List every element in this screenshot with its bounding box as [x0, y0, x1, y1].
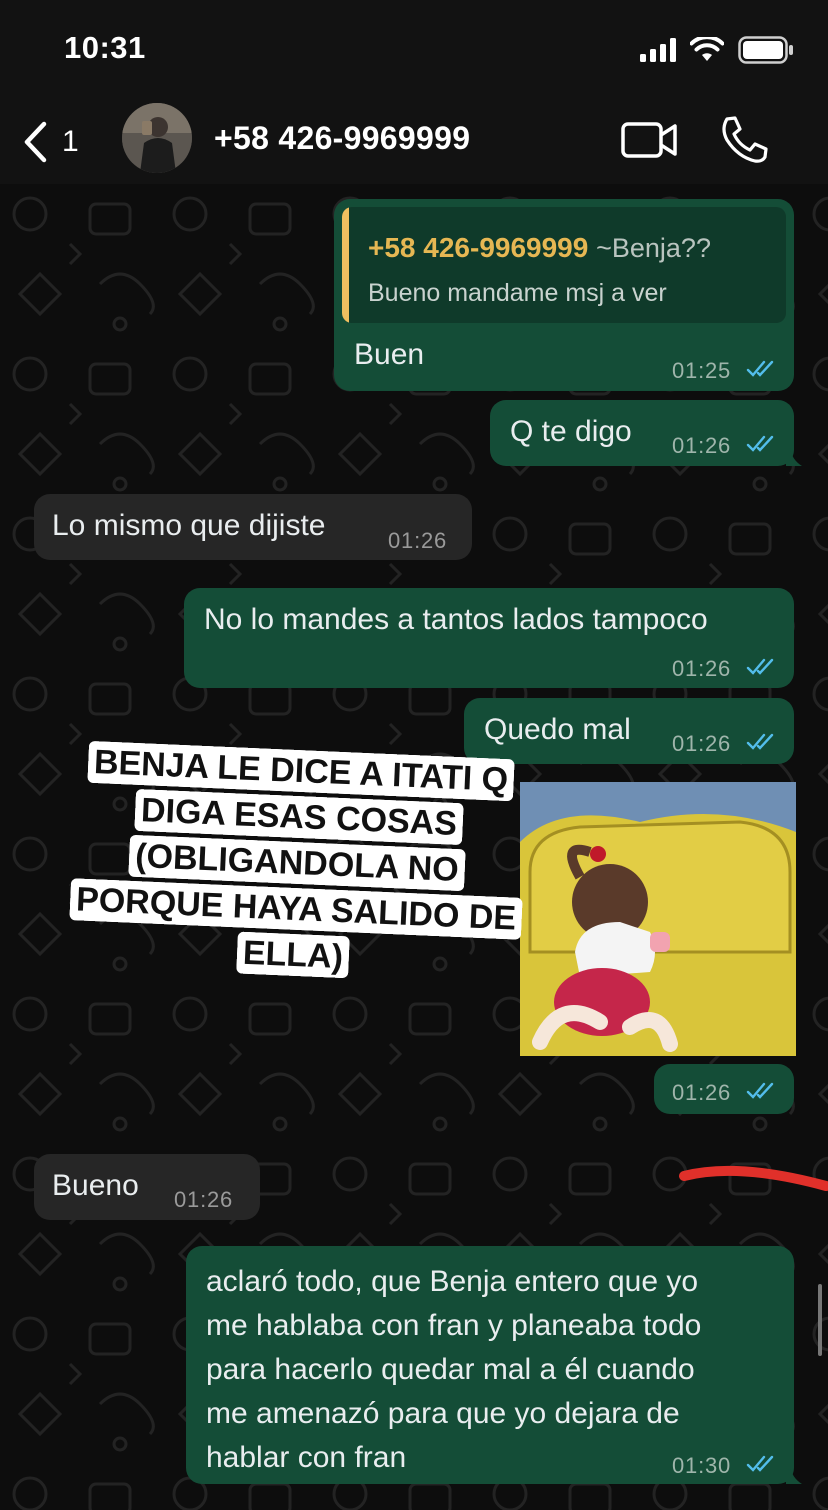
bubble-tail [786, 1466, 802, 1484]
annotation-caption-text: BENJA LE DICE A ITATI Q DIGA ESAS COSAS … [69, 740, 523, 979]
message-text: Quedo mal [484, 713, 631, 746]
message-text: Buen [354, 338, 425, 371]
message-bubble-outgoing[interactable]: No lo mandes a tantos lados tampoco 01:2… [184, 588, 794, 688]
status-icons [640, 36, 794, 64]
image-message[interactable] [520, 782, 796, 1056]
contact-avatar[interactable] [122, 103, 192, 173]
status-clock: 10:31 [64, 30, 146, 65]
video-call-button[interactable] [620, 118, 680, 162]
read-receipt-icon [746, 1455, 774, 1472]
read-receipt-icon [746, 435, 774, 452]
image-time-stamp: 01:26 [654, 1064, 794, 1114]
chevron-left-icon [24, 121, 47, 163]
message-time: 01:25 [672, 358, 732, 383]
message-time: 01:26 [174, 1187, 234, 1212]
message-time: 01:26 [672, 731, 732, 756]
message-text: aclaró todo, que Benja entero que yo me … [206, 1265, 702, 1474]
back-button[interactable]: 1 [22, 118, 94, 166]
avatar-photo [122, 103, 192, 173]
message-time: 01:26 [388, 528, 448, 553]
read-receipt-icon [746, 658, 774, 675]
message-text: No lo mandes a tantos lados tampoco [204, 603, 708, 636]
unread-count: 1 [62, 125, 79, 158]
annotation-caption: BENJA LE DICE A ITATI Q DIGA ESAS COSAS … [67, 738, 527, 987]
wifi-icon [690, 37, 724, 61]
message-time: 01:26 [672, 433, 732, 458]
quoted-message[interactable]: +58 426-9969999 ~Benja?? Bueno mandame m… [342, 207, 786, 323]
read-receipt-icon [746, 733, 774, 750]
scrollbar[interactable] [818, 1284, 822, 1356]
red-annotation-stroke [679, 1165, 828, 1191]
message-bubble-outgoing[interactable]: +58 426-9969999 ~Benja?? Bueno mandame m… [334, 199, 794, 391]
battery-icon [738, 36, 793, 64]
quote-author-alias: ~Benja?? [596, 233, 711, 263]
message-bubble-outgoing[interactable]: Quedo mal 01:26 [464, 698, 794, 764]
quote-author: +58 426-9969999 [368, 232, 589, 263]
video-camera-icon [621, 122, 677, 158]
cartoon-image [520, 782, 796, 1056]
message-text: Q te digo [510, 415, 632, 448]
phone-icon [722, 116, 768, 163]
quote-text: Bueno mandame msj a ver [368, 279, 667, 307]
voice-call-button[interactable] [718, 114, 770, 166]
status-bar: 10:31 [0, 0, 828, 100]
message-bubble-incoming[interactable]: Lo mismo que dijiste 01:26 [34, 494, 472, 560]
read-receipt-icon [746, 360, 774, 377]
chat-header: 1 +58 426-9969999 [0, 100, 828, 184]
cellular-signal-icon [640, 38, 676, 62]
message-bubble-incoming[interactable]: Bueno 01:26 [34, 1154, 260, 1220]
message-time: 01:26 [672, 656, 732, 681]
message-time: 01:30 [672, 1453, 732, 1478]
quote-accent-bar [342, 207, 349, 323]
contact-name[interactable]: +58 426-9969999 [214, 120, 470, 157]
message-time: 01:26 [672, 1080, 732, 1105]
message-bubble-outgoing[interactable]: aclaró todo, que Benja entero que yo me … [186, 1246, 802, 1484]
chat-area[interactable]: +58 426-9969999 ~Benja?? Bueno mandame m… [0, 184, 828, 1510]
read-receipt-icon [746, 1082, 774, 1099]
message-text: Bueno [52, 1169, 139, 1202]
message-text: Lo mismo que dijiste [52, 509, 326, 542]
bubble-tail [786, 448, 802, 466]
message-bubble-outgoing[interactable]: Q te digo 01:26 [490, 400, 802, 466]
